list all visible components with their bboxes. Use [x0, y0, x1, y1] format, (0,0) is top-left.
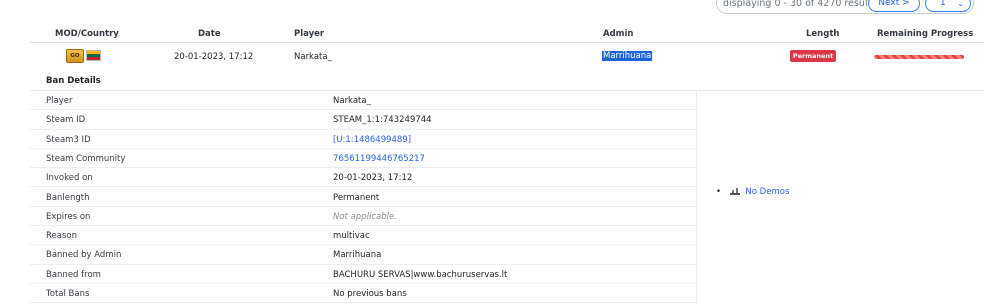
detail-row-steam-id: Steam ID STEAM_1:1:743249744	[30, 110, 696, 130]
detail-value: Marrihuana	[333, 250, 382, 261]
length-badge: Permanent	[790, 50, 836, 62]
pagination-bar: displaying 0 - 30 of 4270 results Next >…	[716, 0, 974, 14]
list-bullet: •	[716, 187, 722, 197]
demos-list-item: • No Demos	[716, 187, 789, 197]
detail-row-reason: Reason multivac	[30, 226, 696, 246]
csgo-icon: GO	[66, 49, 84, 63]
page-select[interactable]: 1 ⌄	[925, 0, 971, 12]
column-header-mod-country[interactable]: MOD/Country	[55, 29, 119, 39]
detail-label: Steam ID	[46, 115, 86, 126]
detail-row-steam-community: Steam Community 76561199446765217	[30, 149, 696, 169]
detail-value: Permanent	[333, 192, 380, 203]
demo-icon	[729, 187, 740, 195]
steam3-id-link[interactable]: [U:1:1486499489]	[333, 135, 411, 145]
detail-row-banned-from: Banned from BACHURU SERVAS|www.bachuruse…	[30, 265, 696, 284]
detail-value: No previous bans	[333, 289, 407, 299]
results-count: displaying 0 - 30 of 4270 results	[723, 0, 877, 9]
no-demos-link[interactable]: No Demos	[745, 187, 789, 197]
column-header-length[interactable]: Length	[806, 29, 839, 39]
detail-value: 20-01-2023, 17:12	[333, 173, 413, 184]
column-header-date[interactable]: Date	[198, 29, 221, 39]
detail-row-invoked-on: Invoked on 20-01-2023, 17:12	[30, 168, 696, 188]
ban-player: Narkata_	[294, 52, 332, 62]
detail-value: multivac	[333, 231, 370, 242]
detail-value: Narkata_	[333, 96, 371, 106]
detail-label: Steam3 ID	[46, 134, 91, 145]
lithuania-flag-icon	[86, 50, 101, 61]
detail-label: Banned from	[46, 269, 101, 280]
detail-row-player: Player Narkata_	[30, 91, 696, 111]
ban-details-title: Ban Details	[46, 76, 101, 86]
detail-row-total-bans: Total Bans No previous bans	[30, 284, 696, 304]
detail-value: Not applicable.	[333, 211, 397, 222]
chevron-down-icon: ⌄	[957, 0, 964, 8]
detail-label: Reason	[46, 231, 77, 242]
detail-row-steam3-id: Steam3 ID [U:1:1486499489]	[30, 130, 696, 149]
detail-row-banlength: Banlength Permanent	[30, 188, 696, 207]
steam-community-link[interactable]: 76561199446765217	[333, 154, 425, 164]
detail-label: Player	[46, 96, 73, 106]
column-header-remaining-progress[interactable]: Remaining Progress	[877, 29, 973, 39]
column-header-player[interactable]: Player	[294, 29, 324, 39]
detail-label: Total Bans	[46, 289, 90, 299]
remaining-progress-bar	[874, 55, 964, 59]
header-divider	[30, 42, 984, 43]
detail-label: Banlength	[46, 192, 90, 203]
detail-label: Banned by Admin	[46, 250, 122, 261]
ban-admin: Marrihuana	[602, 51, 653, 61]
details-column-divider	[696, 90, 697, 304]
detail-label: Steam Community	[46, 153, 126, 164]
detail-value: STEAM_1:1:743249744	[333, 115, 432, 126]
column-header-admin[interactable]: Admin	[603, 29, 634, 39]
detail-label: Invoked on	[46, 173, 93, 184]
detail-label: Expires on	[46, 211, 91, 222]
detail-row-banned-by-admin: Banned by Admin Marrihuana	[30, 245, 696, 265]
ban-date: 20-01-2023, 17:12	[174, 52, 254, 62]
next-page-button[interactable]: Next >	[868, 0, 920, 12]
detail-value: BACHURU SERVAS|www.bachuruservas.lt	[333, 269, 508, 280]
detail-row-expires-on: Expires on Not applicable.	[30, 207, 696, 227]
page-select-value: 1	[940, 0, 946, 8]
